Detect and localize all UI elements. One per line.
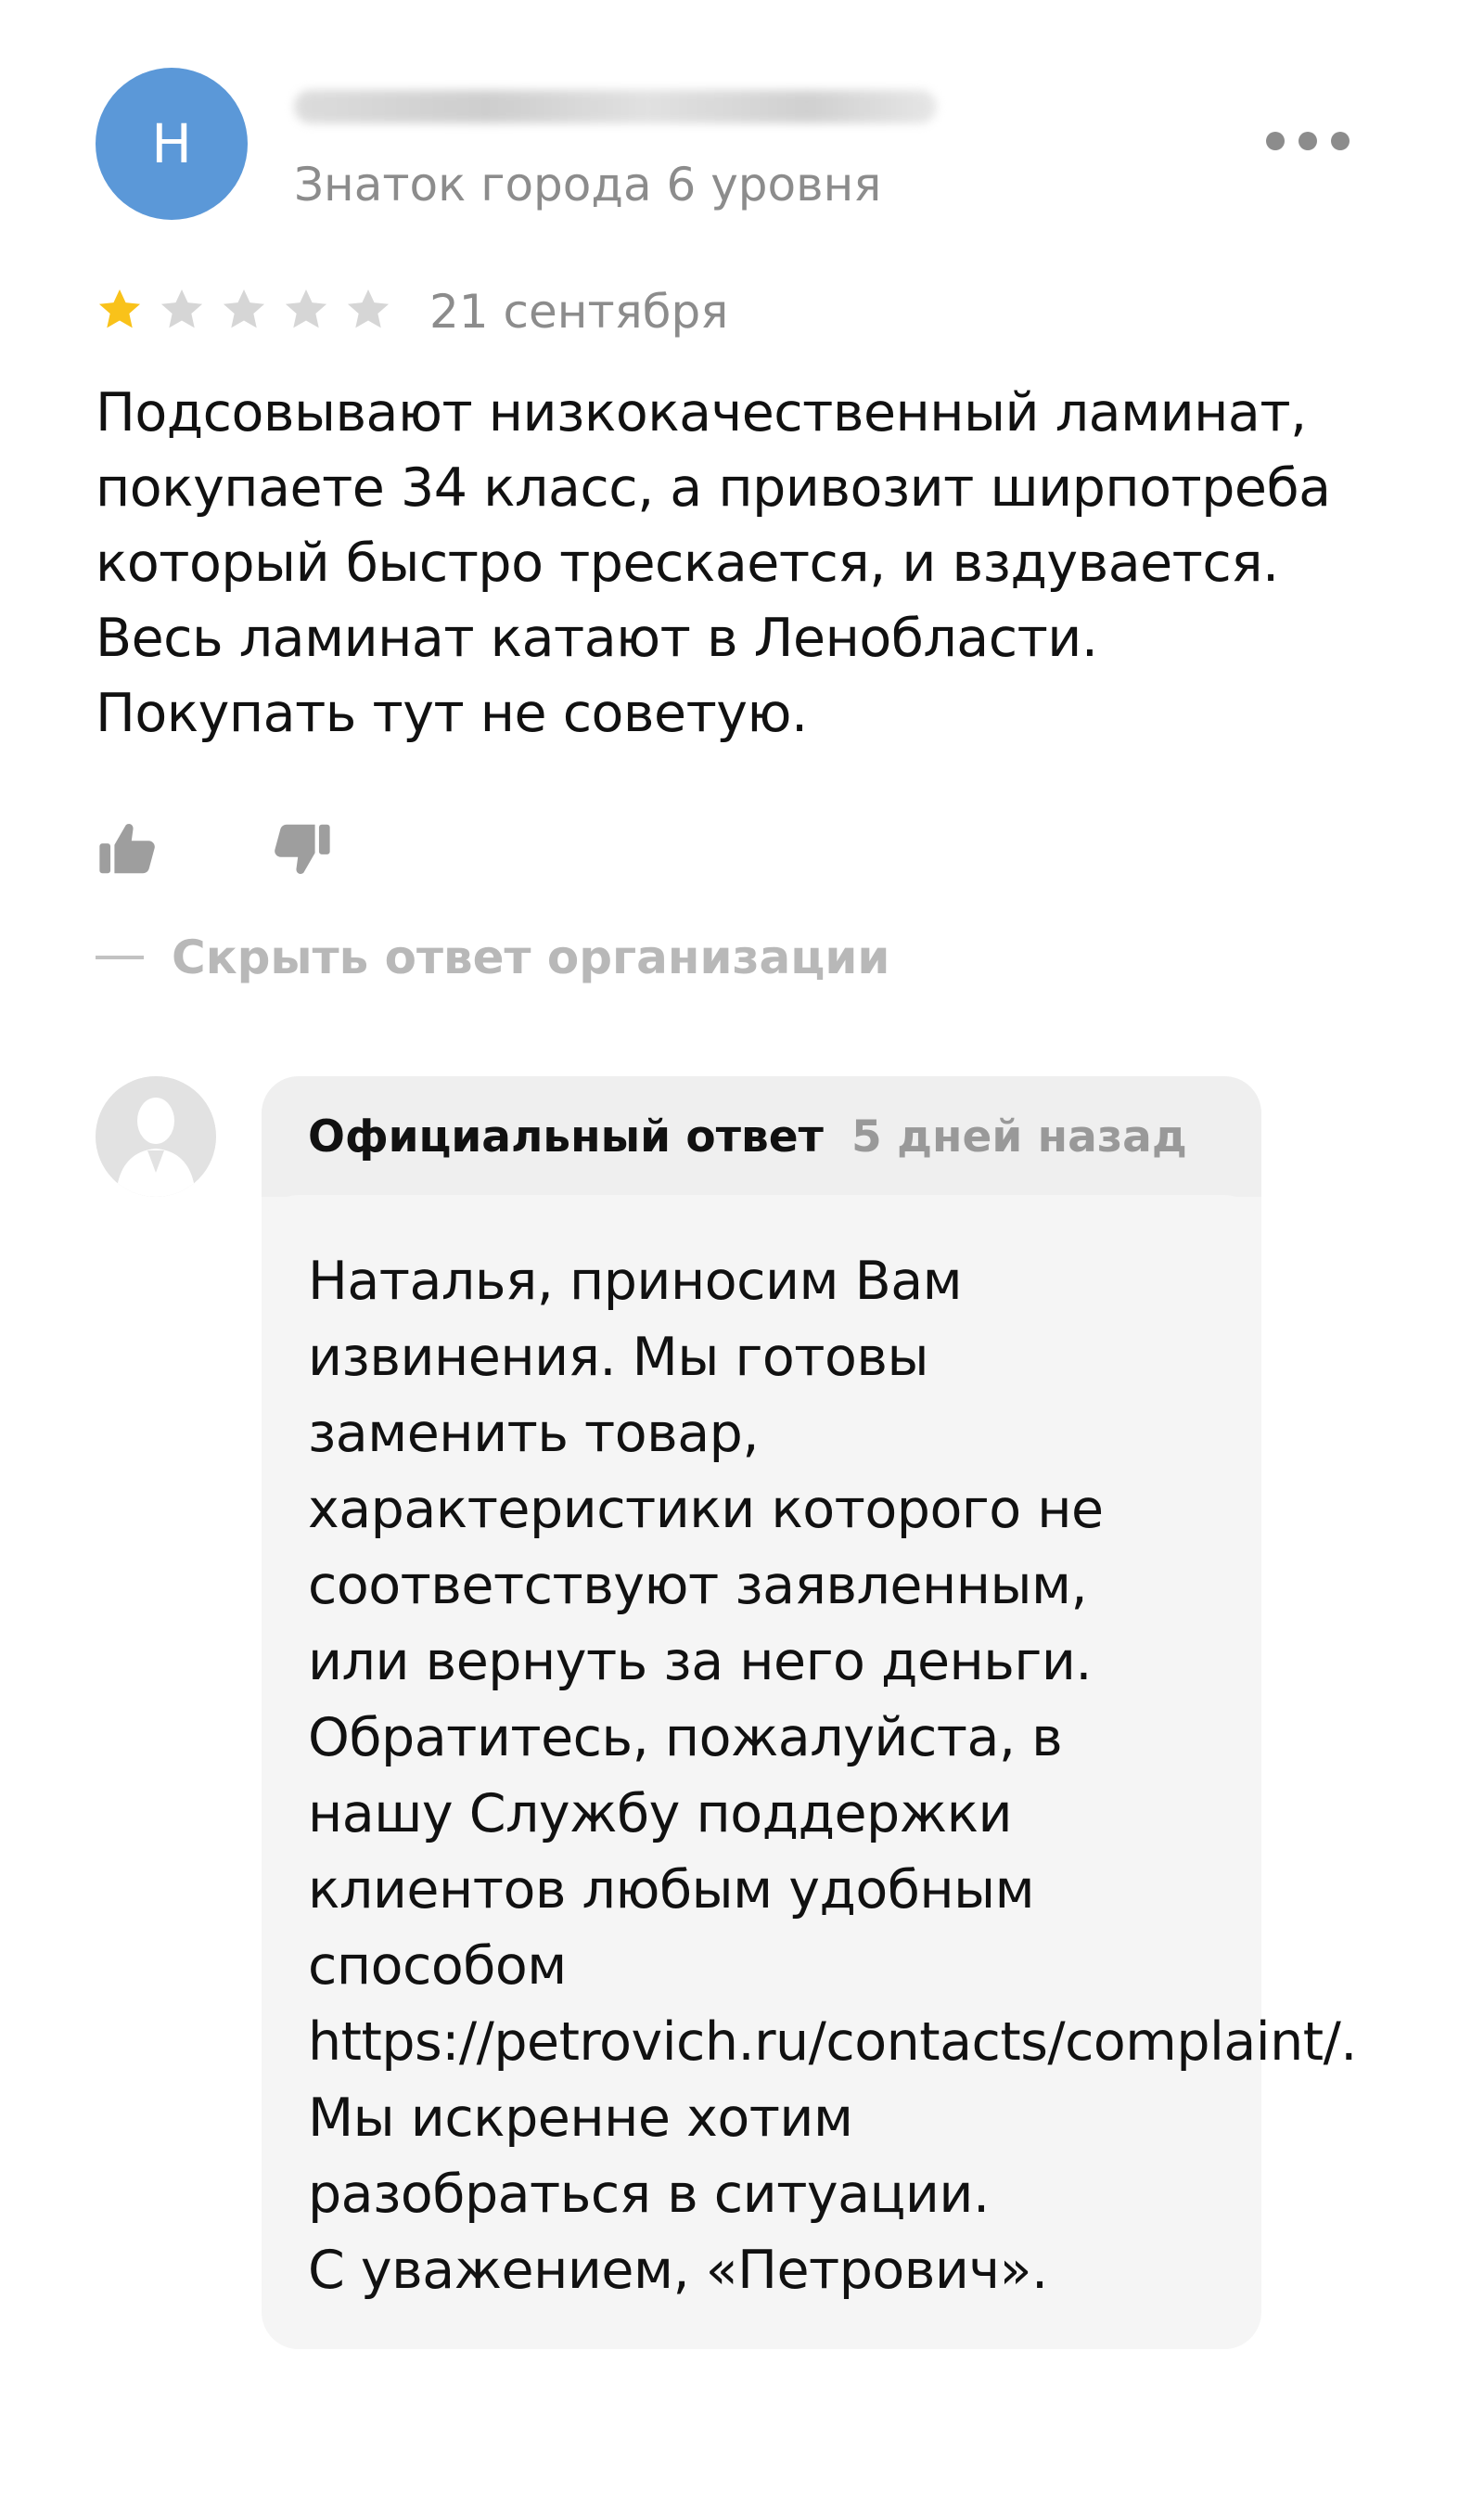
like-button[interactable] — [96, 816, 160, 881]
answer-text-line: заменить товар, — [308, 1403, 759, 1464]
hide-answer-label: Скрыть ответ организации — [172, 931, 890, 984]
star-empty-icon — [285, 289, 327, 328]
review-text-line: Весь ламинат катают в Ленобласти. — [96, 608, 1098, 669]
answer-text-line: клиентов любым удобным — [308, 1859, 1035, 1920]
default-user-icon — [96, 1076, 216, 1197]
answer-text-line: извинения. Мы готовы — [308, 1327, 928, 1388]
answer-text-line: нашу Службу поддержки — [308, 1783, 1013, 1844]
thumbs-down-icon — [275, 824, 330, 874]
review-text-line: Покупать тут не советую. — [96, 683, 808, 744]
rating-stars — [95, 285, 393, 335]
answer-body-bg — [262, 1195, 1261, 1232]
author-level: Знаток города 6 уровня — [294, 158, 882, 212]
answer-text-line: Обратитесь, пожалуйста, в — [308, 1707, 1063, 1768]
dislike-button[interactable] — [269, 816, 334, 881]
dash-divider — [96, 956, 144, 959]
review-text: Подсовывают низкокачественный ламинат, п… — [96, 376, 1413, 752]
answer-text-line: Наталья, приносим Вам — [308, 1251, 963, 1312]
answer-text-line: или вернуть за него деньги. — [308, 1631, 1092, 1692]
answer-text-line: Мы искренне хотим — [308, 2088, 853, 2149]
answer-text-line: соответствуют заявленным, — [308, 1555, 1088, 1616]
review-text-line: покупаете 34 класс, а привозит ширпотреб… — [96, 457, 1331, 519]
review-text-line: который быстро трескается, и вздувается. — [96, 533, 1279, 594]
answer-text-line: характеристики которого не — [308, 1479, 1104, 1540]
more-options-button[interactable] — [1266, 121, 1350, 161]
answer-text-line: разобраться в ситуации. — [308, 2164, 990, 2225]
star-empty-icon — [223, 289, 265, 328]
thumbs-up-icon — [99, 824, 155, 874]
answer-date: 5 дней назад — [851, 1111, 1187, 1163]
review-text-line: Подсовывают низкокачественный ламинат, — [96, 382, 1307, 443]
answer-text: Наталья, приносим Вам извинения. Мы гото… — [308, 1243, 1449, 2308]
more-dots-icon — [1266, 132, 1285, 150]
author-name-blurred[interactable] — [294, 90, 937, 123]
organization-avatar — [96, 1076, 216, 1197]
star-filled-icon — [98, 289, 141, 328]
answer-text-line: способом — [308, 1935, 567, 1997]
hide-answer-link[interactable]: Скрыть ответ организации — [96, 931, 889, 984]
author-avatar[interactable]: Н — [96, 68, 248, 220]
answer-link[interactable]: https://petrovich.ru/contacts/complaint/… — [308, 2004, 1449, 2080]
answer-text-line: С уважением, «Петрович». — [308, 2240, 1048, 2301]
review-date: 21 сентября — [429, 285, 729, 339]
answer-author: Официальный ответ — [308, 1111, 824, 1163]
star-empty-icon — [160, 289, 203, 328]
star-empty-icon — [347, 289, 390, 328]
